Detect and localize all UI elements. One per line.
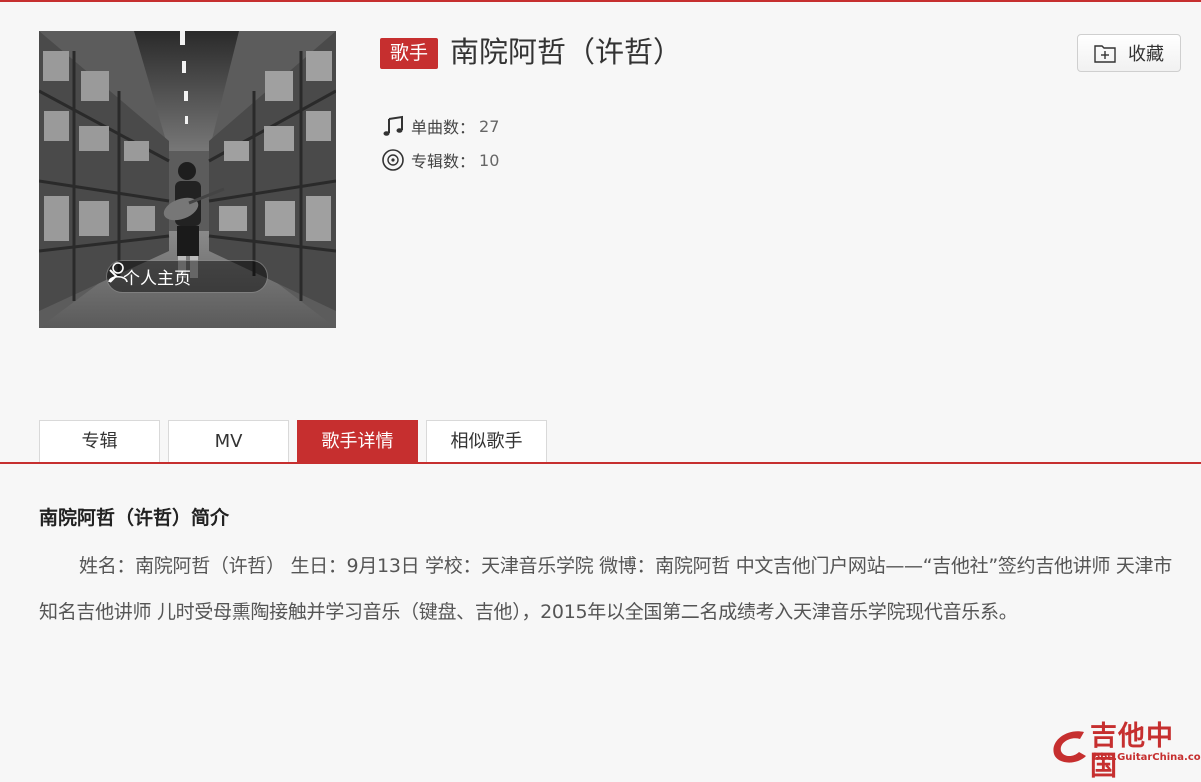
folder-plus-icon xyxy=(1094,45,1116,63)
intro-body: 姓名：南院阿哲（许哲） 生日：9月13日 学校：天津音乐学院 微博：南院阿哲 中… xyxy=(39,555,1172,623)
personal-homepage-label: 个人主页 xyxy=(123,269,191,289)
tab-artist-details[interactable]: 歌手详情 xyxy=(297,420,418,463)
personal-homepage-button[interactable]: 个人主页 xyxy=(106,260,268,293)
artist-cover-photo: 个人主页 xyxy=(39,31,336,328)
albums-count: 10 xyxy=(479,150,500,170)
intro-title: 南院阿哲（许哲）简介 xyxy=(39,507,230,529)
favorite-label: 收藏 xyxy=(1128,44,1164,65)
tabs-underline xyxy=(0,462,1201,464)
tab-similar-artists[interactable]: 相似歌手 xyxy=(426,420,547,463)
favorite-button[interactable]: 收藏 xyxy=(1077,34,1181,72)
albums-label: 专辑数： xyxy=(411,152,476,171)
singles-count-stat: 单曲数： 27 xyxy=(381,112,499,140)
watermark-url: bbs.GuitarChina.com xyxy=(1093,752,1201,763)
singles-label: 单曲数： xyxy=(411,118,476,137)
artist-tag-badge: 歌手 xyxy=(380,38,438,69)
albums-count-stat: 专辑数： 10 xyxy=(381,146,499,174)
tab-mv[interactable]: MV xyxy=(168,420,289,463)
chevron-right-icon xyxy=(109,269,118,283)
singles-count: 27 xyxy=(479,116,500,136)
disc-icon xyxy=(382,149,404,171)
top-accent-line xyxy=(0,0,1201,2)
music-note-icon xyxy=(383,115,403,136)
tab-albums[interactable]: 专辑 xyxy=(39,420,160,463)
artist-name: 南院阿哲（许哲） xyxy=(450,35,683,69)
